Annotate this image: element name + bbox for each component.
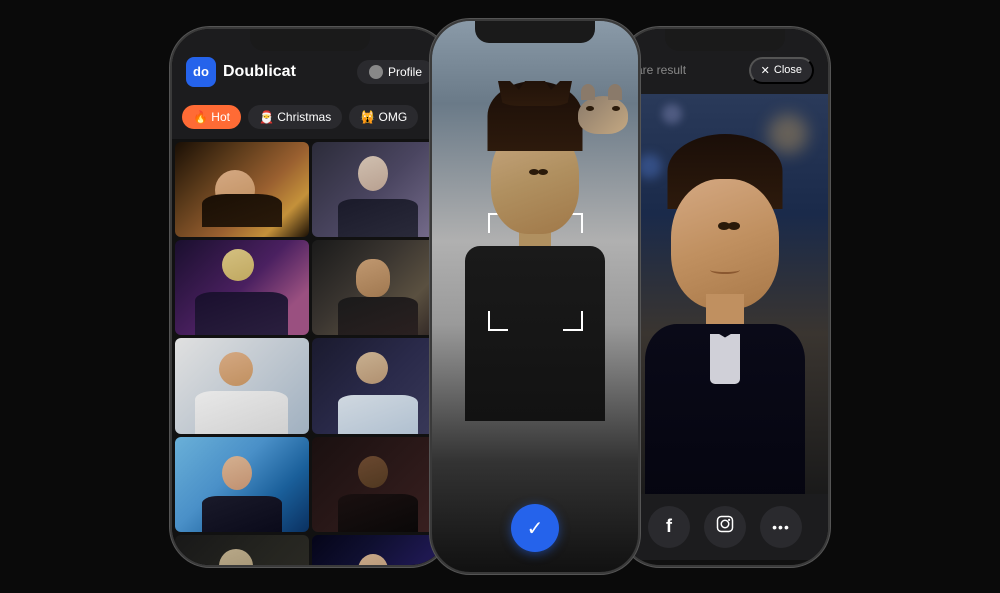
cat-overlay xyxy=(578,96,633,141)
category-tabs: 🔥 Hot 🎅 Christmas 🙀 OMG xyxy=(172,97,448,139)
gif-item-oldman[interactable] xyxy=(175,535,309,565)
app-scene: do Doublicat Profile 🔥 Hot 🎅 C xyxy=(0,0,1000,593)
phone-result: are result ✕ Close xyxy=(620,27,830,567)
tab-omg[interactable]: 🙀 OMG xyxy=(349,105,418,129)
gif-item-dicaprio[interactable] xyxy=(175,142,309,237)
screen-result: are result ✕ Close xyxy=(622,29,828,565)
more-options-button[interactable]: ••• xyxy=(760,506,802,548)
instagram-button[interactable] xyxy=(704,506,746,548)
close-button[interactable]: ✕ Close xyxy=(749,57,814,84)
app-name: Doublicat xyxy=(223,63,296,81)
phone-camera: ✓ xyxy=(430,19,640,574)
instagram-icon xyxy=(716,515,734,538)
profile-button[interactable]: Profile xyxy=(357,60,434,84)
profile-icon xyxy=(369,65,383,79)
gif-grid xyxy=(172,139,448,565)
camera-view: ✓ xyxy=(432,21,638,572)
gif-item-doctor[interactable] xyxy=(312,338,446,433)
checkmark-icon: ✓ xyxy=(527,516,544,541)
gif-item-kanye[interactable] xyxy=(312,437,446,532)
tab-christmas[interactable]: 🎅 Christmas xyxy=(248,105,342,129)
close-label: Close xyxy=(774,64,802,76)
gif-item-pratt[interactable] xyxy=(175,338,309,433)
result-image xyxy=(622,94,828,494)
phone-frame-1: do Doublicat Profile 🔥 Hot 🎅 C xyxy=(170,27,450,567)
tab-hot[interactable]: 🔥 Hot xyxy=(182,105,241,129)
gif-item-marion[interactable] xyxy=(175,437,309,532)
more-icon: ••• xyxy=(772,519,790,535)
profile-label: Profile xyxy=(388,65,422,79)
facebook-icon: f xyxy=(666,516,672,537)
share-result-label: are result xyxy=(636,63,686,77)
phone-browse: do Doublicat Profile 🔥 Hot 🎅 C xyxy=(170,27,450,567)
share-actions: f ••• xyxy=(622,494,828,560)
facebook-button[interactable]: f xyxy=(648,506,690,548)
app-header: do Doublicat Profile xyxy=(172,29,448,97)
phone-frame-3: are result ✕ Close xyxy=(620,27,830,567)
close-icon: ✕ xyxy=(761,64,770,77)
gif-item-ironman[interactable] xyxy=(312,240,446,335)
result-header: are result ✕ Close xyxy=(622,29,828,94)
gif-item-woman[interactable] xyxy=(312,142,446,237)
screen-browse: do Doublicat Profile 🔥 Hot 🎅 C xyxy=(172,29,448,565)
gif-item-singing[interactable] xyxy=(312,535,446,565)
phone-frame-2: ✓ xyxy=(430,19,640,574)
logo-icon: do xyxy=(186,57,216,87)
gif-item-wonka[interactable] xyxy=(175,240,309,335)
shutter-button[interactable]: ✓ xyxy=(511,504,559,552)
app-logo: do Doublicat xyxy=(186,57,296,87)
screen-camera: ✓ xyxy=(432,21,638,572)
